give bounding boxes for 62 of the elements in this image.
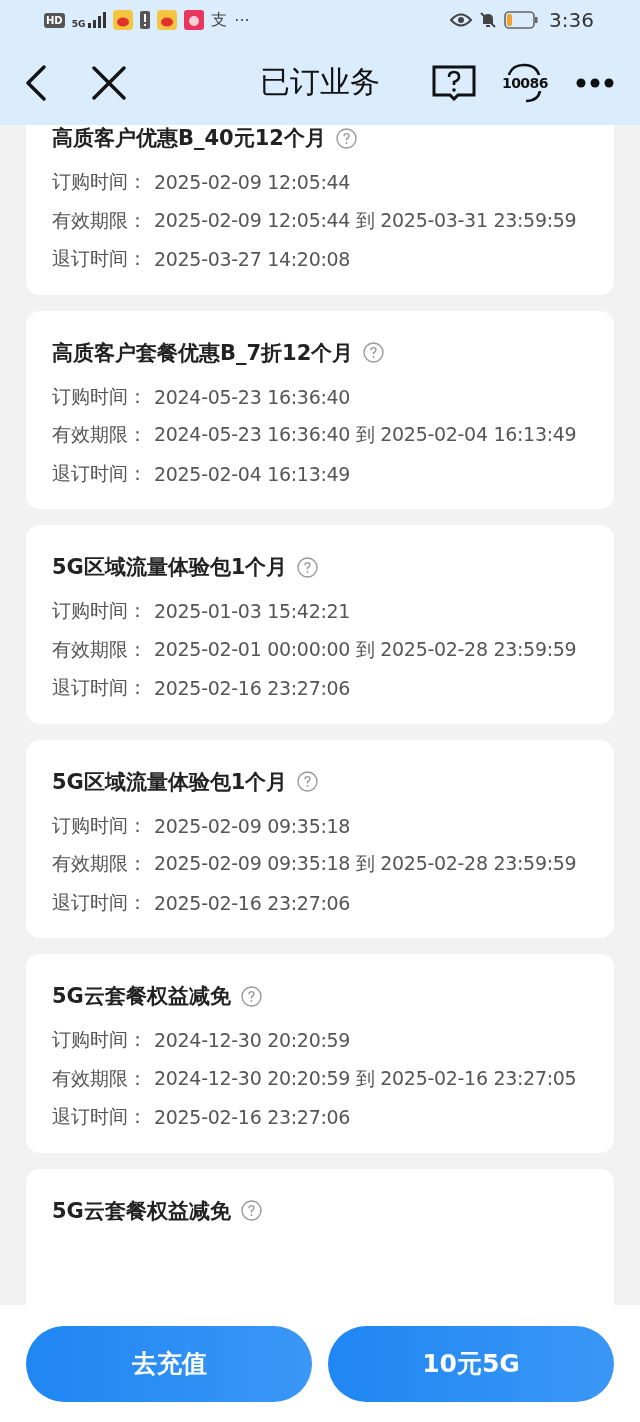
field-label: 退订时间：: [52, 460, 148, 486]
help-icon[interactable]: [297, 556, 319, 578]
help-icon[interactable]: [240, 1200, 262, 1221]
field-label: 有效期限：: [52, 636, 148, 662]
field-label: 退订时间：: [52, 1104, 148, 1130]
plan-title: 5G区域流量体验包1个月: [52, 768, 288, 796]
field-label: 订购时间：: [52, 812, 148, 838]
field-value: 2024-05-23 16:36:40 到 2025-02-04 16:13:49: [154, 422, 577, 448]
help-icon[interactable]: [297, 771, 319, 792]
field-label: 有效期限：: [52, 851, 148, 877]
field-value: 2025-03-27 14:20:08: [154, 248, 351, 271]
back-icon[interactable]: [24, 64, 48, 101]
field-value: 2025-01-03 15:42:21: [154, 600, 351, 623]
clock: 3:36: [549, 8, 594, 32]
help-icon[interactable]: [363, 342, 385, 363]
field-label: 有效期限：: [52, 1065, 148, 1091]
field-label: 有效期限：: [52, 207, 148, 233]
hd-badge: HD: [44, 12, 65, 28]
field-label: 退订时间：: [52, 246, 148, 272]
help-icon[interactable]: [240, 985, 262, 1007]
field-value: 2024-12-30 20:20:59 到 2025-02-16 23:27:05: [154, 1065, 577, 1091]
recharge-button[interactable]: 去充值: [26, 1325, 312, 1402]
field-value: 2025-02-09 12:05:44: [154, 171, 351, 194]
field-value: 2025-02-16 23:27:06: [154, 677, 351, 700]
app-notification-icon: [184, 10, 205, 30]
plan-title: 高质客户优惠B_40元12个月: [52, 125, 326, 152]
field-value: 2024-12-30 20:20:59: [154, 1029, 351, 1052]
plan-title: 5G区域流量体验包1个月: [52, 554, 288, 581]
field-value: 2025-02-09 09:35:18 到 2025-02-28 23:59:59: [154, 851, 577, 877]
page-title: 已订业务: [260, 63, 380, 101]
field-label: 有效期限：: [52, 422, 148, 448]
more-notifications: ···: [234, 10, 250, 30]
network-type: 5G: [71, 18, 86, 29]
field-value: 2025-02-04 16:13:49: [154, 462, 351, 485]
app-notification-icon: [157, 10, 178, 30]
hotline-button[interactable]: 10086: [502, 60, 548, 105]
field-label: 订购时间：: [52, 383, 148, 409]
field-value: 2025-02-01 00:00:00 到 2025-02-28 23:59:59: [154, 636, 577, 662]
field-label: 退订时间：: [52, 889, 148, 915]
app-glyph: 支: [211, 9, 228, 31]
signal-icon: [88, 12, 107, 28]
field-value: 2025-02-16 23:27:06: [154, 1106, 351, 1129]
field-label: 订购时间：: [52, 1027, 148, 1053]
field-label: 退订时间：: [52, 675, 148, 701]
battery-icon: [504, 11, 539, 29]
eye-icon: [450, 13, 473, 27]
offer-button[interactable]: 10元5G: [328, 1325, 614, 1402]
plan-title: 5G云套餐权益减免: [52, 983, 231, 1010]
alert-icon: [140, 11, 151, 29]
field-value: 2024-05-23 16:36:40: [154, 385, 351, 408]
plan-title: 高质客户套餐优惠B_7折12个月: [52, 339, 354, 367]
field-value: 2025-02-09 09:35:18: [154, 814, 351, 837]
more-icon[interactable]: [576, 77, 614, 88]
plan-title: 5G云套餐权益减免: [52, 1197, 231, 1225]
app-notification-icon: [113, 10, 134, 30]
field-label: 订购时间：: [52, 598, 148, 624]
help-icon[interactable]: [335, 127, 357, 149]
field-label: 订购时间：: [52, 169, 148, 195]
close-icon[interactable]: [92, 65, 126, 100]
field-value: 2025-02-16 23:27:06: [154, 891, 351, 914]
field-value: 2025-02-09 12:05:44 到 2025-03-31 23:59:59: [154, 207, 577, 233]
muted-bell-icon: [479, 11, 498, 29]
